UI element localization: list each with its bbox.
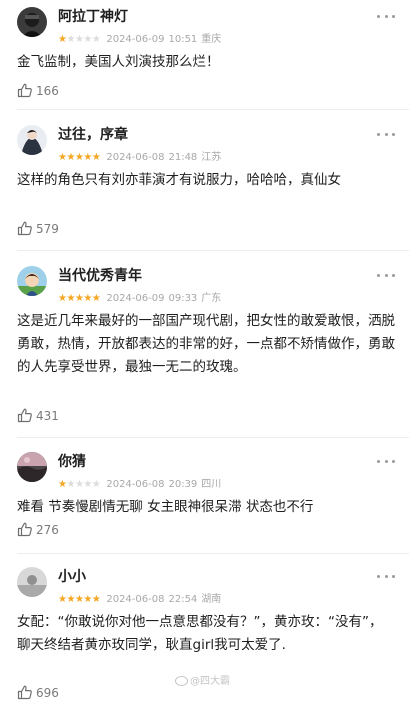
avatar[interactable] (17, 266, 47, 296)
review-time: 22:54 (168, 593, 198, 605)
star-filled-icon: ★ (66, 593, 75, 605)
star-filled-icon: ★ (91, 292, 101, 304)
like-button[interactable]: 276 (17, 519, 59, 537)
more-button[interactable] (377, 573, 395, 579)
more-button[interactable] (377, 13, 395, 19)
review-date: 2024-06-08 (106, 151, 165, 163)
divider (17, 437, 409, 438)
review-date: 2024-06-09 (106, 33, 165, 45)
review-location: 江苏 (201, 151, 222, 163)
review-meta: ★★★★★ 2024-06-09 09:33 广东 (58, 288, 225, 304)
avatar[interactable] (17, 7, 47, 37)
review-content: 难看 节奏慢剧情无聊 女主眼神很呆滞 状态也不行 (17, 499, 314, 515)
like-button[interactable]: 431 (17, 405, 59, 423)
star-filled-icon: ★ (83, 292, 92, 304)
star-rating: ★★★★★ (58, 292, 101, 305)
review-time: 10:51 (168, 33, 198, 45)
like-count: 166 (36, 83, 59, 98)
review-time: 09:33 (168, 292, 198, 304)
review-meta: ★★★★★ 2024-06-08 21:48 江苏 (58, 147, 225, 163)
star-empty-icon: ★ (66, 33, 75, 45)
divider (17, 109, 409, 110)
more-button[interactable] (377, 131, 395, 137)
review-content: 这样的角色只有刘亦菲演才有说服力，哈哈哈，真仙女 (17, 172, 341, 188)
divider (17, 553, 409, 554)
like-button[interactable]: 166 (17, 80, 59, 98)
review-time: 21:48 (168, 151, 198, 163)
star-filled-icon: ★ (91, 151, 101, 163)
avatar[interactable] (17, 567, 47, 597)
review-date: 2024-06-08 (106, 593, 165, 605)
star-rating: ★★★★★ (58, 33, 101, 46)
review-date: 2024-06-08 (106, 478, 165, 490)
star-rating: ★★★★★ (58, 593, 101, 606)
review-meta: ★★★★★ 2024-06-09 10:51 重庆 (58, 29, 225, 45)
review-date: 2024-06-09 (106, 292, 165, 304)
like-button[interactable]: 696 (17, 682, 59, 700)
review-content: 这是近几年来最好的一部国产现代剧，把女性的敢爱敢恨，洒脱勇敢，热情，开放都表达的… (17, 313, 395, 375)
star-empty-icon: ★ (83, 478, 92, 490)
review-content: 女配：“你敢说你对他一点意思都没有？”，黄亦玫：“没有”，聊天终结者黄亦玫同学，… (17, 614, 383, 653)
divider (17, 250, 409, 251)
star-rating: ★★★★★ (58, 151, 101, 164)
thumbs-up-icon (17, 522, 32, 537)
username[interactable]: 阿拉丁神灯 (58, 6, 128, 26)
like-button[interactable]: 579 (17, 218, 59, 236)
avatar[interactable] (17, 452, 47, 482)
username[interactable]: 过往，序章 (58, 124, 128, 144)
star-empty-icon: ★ (91, 478, 101, 490)
thumbs-up-icon (17, 685, 32, 700)
star-empty-icon: ★ (66, 478, 75, 490)
star-filled-icon: ★ (83, 151, 92, 163)
username[interactable]: 小小 (58, 566, 86, 586)
star-rating: ★★★★★ (58, 478, 101, 491)
review-meta: ★★★★★ 2024-06-08 22:54 湖南 (58, 589, 225, 605)
thumbs-up-icon (17, 408, 32, 423)
star-empty-icon: ★ (83, 33, 92, 45)
star-filled-icon: ★ (83, 593, 92, 605)
star-filled-icon: ★ (66, 292, 75, 304)
like-count: 431 (36, 408, 59, 423)
star-filled-icon: ★ (66, 151, 75, 163)
thumbs-up-icon (17, 221, 32, 236)
like-count: 696 (36, 685, 59, 700)
review-time: 20:39 (168, 478, 198, 490)
weibo-logo-icon (175, 676, 188, 686)
star-empty-icon: ★ (91, 33, 101, 45)
more-button[interactable] (377, 272, 395, 278)
review-location: 广东 (201, 292, 222, 304)
review-location: 重庆 (201, 33, 222, 45)
avatar[interactable] (17, 125, 47, 155)
more-button[interactable] (377, 458, 395, 464)
review-location: 四川 (201, 478, 222, 490)
username[interactable]: 当代优秀青年 (58, 265, 142, 285)
username[interactable]: 你猜 (58, 451, 86, 471)
watermark: @四大霸 (175, 672, 230, 687)
like-count: 276 (36, 522, 59, 537)
like-count: 579 (36, 221, 59, 236)
star-filled-icon: ★ (91, 593, 101, 605)
review-content: 金飞监制，美国人刘演技那么烂！ (17, 54, 220, 70)
thumbs-up-icon (17, 83, 32, 98)
review-meta: ★★★★★ 2024-06-08 20:39 四川 (58, 474, 225, 490)
review-location: 湖南 (201, 593, 222, 605)
